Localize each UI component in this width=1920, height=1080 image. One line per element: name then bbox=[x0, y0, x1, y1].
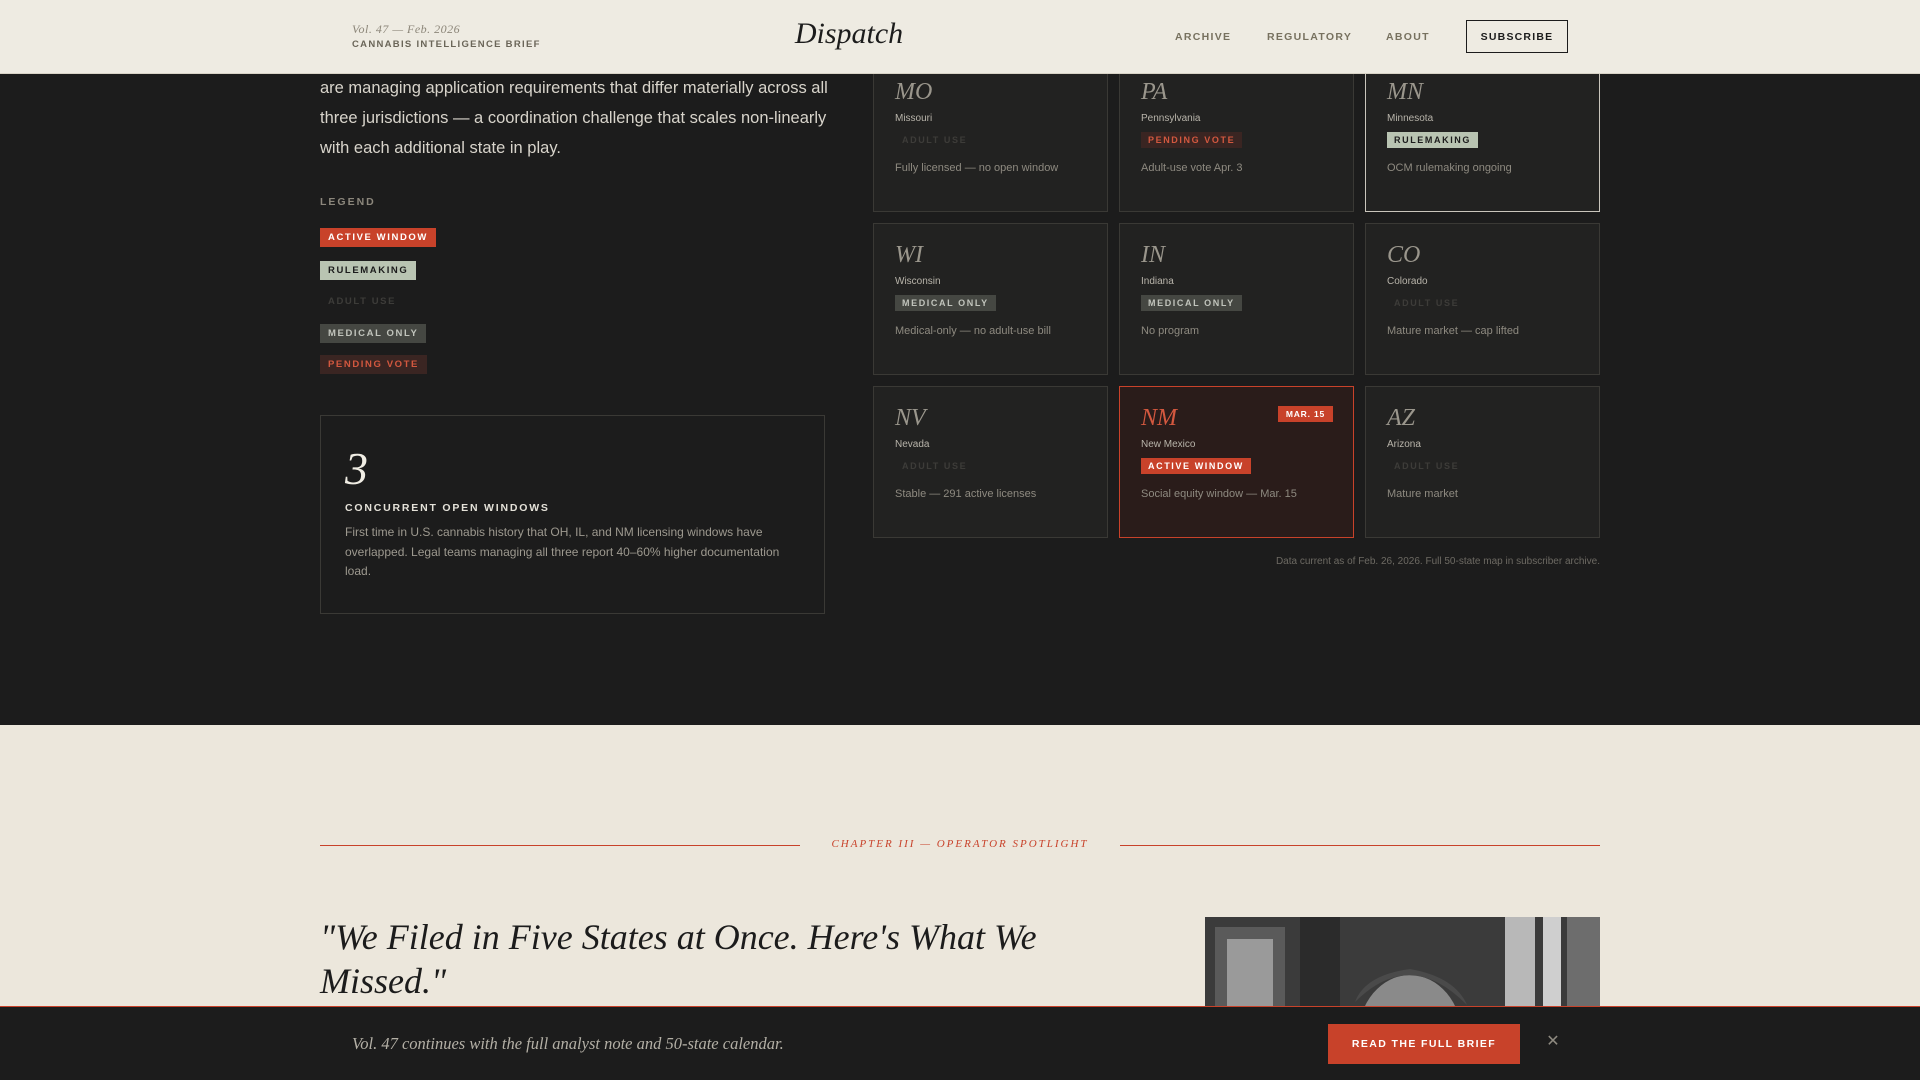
state-card-az[interactable]: AZ Arizona ADULT USE Mature market bbox=[1365, 386, 1600, 538]
legend-pending-vote: PENDING VOTE bbox=[320, 355, 427, 374]
status-badge: RULEMAKING bbox=[1387, 132, 1478, 148]
status-badge: ADULT USE bbox=[902, 135, 968, 145]
legend-active-window: ACTIVE WINDOW bbox=[320, 228, 436, 247]
state-name: Missouri bbox=[895, 113, 933, 124]
intro-line: are managing application requirements th… bbox=[320, 79, 828, 97]
state-note: Mature market bbox=[1387, 488, 1458, 500]
status-badge: MEDICAL ONLY bbox=[895, 295, 996, 311]
state-note: Social equity window — Mar. 15 bbox=[1141, 488, 1297, 500]
intro-line: three jurisdictions — a coordination cha… bbox=[320, 109, 827, 127]
state-note: Adult-use vote Apr. 3 bbox=[1141, 162, 1243, 174]
legend-title: LEGEND bbox=[320, 196, 376, 208]
stat-number: 3 bbox=[345, 443, 368, 494]
subscribe-button[interactable]: SUBSCRIBE bbox=[1466, 20, 1568, 53]
state-name: Arizona bbox=[1387, 439, 1421, 450]
legend-medical-only: MEDICAL ONLY bbox=[320, 324, 427, 343]
legend-rulemaking: RULEMAKING bbox=[320, 261, 417, 280]
intro-line: with each additional state in play. bbox=[320, 139, 561, 157]
status-badge: PENDING VOTE bbox=[1141, 132, 1243, 148]
state-abbr: NM bbox=[1141, 405, 1177, 431]
stat-callout: 3 CONCURRENT OPEN WINDOWS First time in … bbox=[320, 415, 825, 614]
chapter-label: CHAPTER III — OPERATOR SPOTLIGHT bbox=[831, 838, 1089, 850]
legend-adult-use: ADULT USE bbox=[328, 296, 397, 307]
bottom-bar-message: Vol. 47 continues with the full analyst … bbox=[352, 1034, 784, 1053]
close-icon[interactable]: ✕ bbox=[1542, 1031, 1564, 1055]
state-note: Mature market — cap lifted bbox=[1387, 325, 1520, 337]
state-name: Minnesota bbox=[1387, 113, 1434, 124]
site-logo[interactable]: Dispatch bbox=[760, 17, 938, 51]
state-card-pa[interactable]: PA Pennsylvania PENDING VOTE Adult-use v… bbox=[1119, 60, 1354, 212]
state-card-mo[interactable]: MO Missouri ADULT USE Fully licensed — n… bbox=[873, 60, 1108, 212]
nav-about[interactable]: ABOUT bbox=[1386, 31, 1430, 43]
data-source-note: Data current as of Feb. 26, 2026. Full 5… bbox=[1275, 556, 1600, 567]
state-name: Nevada bbox=[895, 439, 930, 450]
spotlight-headline[interactable]: "We Filed in Five States at Once. Here's… bbox=[320, 915, 1120, 1003]
nav-regulatory[interactable]: REGULATORY bbox=[1267, 31, 1352, 43]
stat-description: First time in U.S. cannabis history that… bbox=[345, 525, 780, 578]
state-card-co[interactable]: CO Colorado ADULT USE Mature market — ca… bbox=[1365, 223, 1600, 375]
status-badge: ADULT USE bbox=[1394, 461, 1460, 471]
state-note: Stable — 291 active licenses bbox=[895, 488, 1037, 500]
state-abbr: AZ bbox=[1387, 405, 1416, 431]
state-card-nm[interactable]: NM MAR. 15 New Mexico ACTIVE WINDOW Soci… bbox=[1119, 386, 1354, 538]
deadline-tag: MAR. 15 bbox=[1277, 406, 1333, 422]
state-note: Fully licensed — no open window bbox=[895, 162, 1059, 174]
status-badge: MEDICAL ONLY bbox=[1141, 295, 1242, 311]
state-note: No program bbox=[1141, 325, 1200, 337]
state-abbr: WI bbox=[895, 242, 923, 268]
intro-paragraph: are managing application requirements th… bbox=[320, 73, 830, 163]
state-card-in[interactable]: IN Indiana MEDICAL ONLY No program bbox=[1119, 223, 1354, 375]
state-abbr: PA bbox=[1141, 79, 1168, 105]
state-name: Colorado bbox=[1387, 276, 1428, 287]
status-badge: ADULT USE bbox=[1394, 298, 1460, 308]
state-abbr: MO bbox=[895, 79, 933, 105]
status-badge: ADULT USE bbox=[902, 461, 968, 471]
chapter-rule-right bbox=[1120, 845, 1600, 846]
sticky-bottom-bar: Vol. 47 continues with the full analyst … bbox=[0, 1006, 1920, 1080]
site-header: Vol. 47 — Feb. 2026 CANNABIS INTELLIGENC… bbox=[0, 0, 1920, 74]
state-note: OCM rulemaking ongoing bbox=[1387, 162, 1512, 174]
volume-label: Vol. 47 — Feb. 2026 bbox=[352, 22, 461, 36]
state-abbr: CO bbox=[1387, 242, 1421, 268]
state-abbr: NV bbox=[895, 405, 926, 431]
state-name: Wisconsin bbox=[895, 276, 941, 287]
state-card-nv[interactable]: NV Nevada ADULT USE Stable — 291 active … bbox=[873, 386, 1108, 538]
read-full-brief-button[interactable]: READ THE FULL BRIEF bbox=[1328, 1024, 1520, 1064]
state-card-mn[interactable]: MN Minnesota RULEMAKING OCM rulemaking o… bbox=[1365, 60, 1600, 212]
state-card-wi[interactable]: WI Wisconsin MEDICAL ONLY Medical-only —… bbox=[873, 223, 1108, 375]
stat-label: CONCURRENT OPEN WINDOWS bbox=[345, 502, 550, 514]
state-name: Indiana bbox=[1141, 276, 1174, 287]
state-name: Pennsylvania bbox=[1141, 113, 1201, 124]
state-note: Medical-only — no adult-use bill bbox=[895, 325, 1051, 337]
chapter-rule-left bbox=[320, 845, 800, 846]
state-name: New Mexico bbox=[1141, 439, 1196, 450]
status-badge: ACTIVE WINDOW bbox=[1141, 458, 1251, 474]
state-abbr: MN bbox=[1387, 79, 1423, 105]
state-abbr: IN bbox=[1141, 242, 1165, 268]
brief-label: CANNABIS INTELLIGENCE BRIEF bbox=[352, 39, 541, 50]
nav-archive[interactable]: ARCHIVE bbox=[1175, 31, 1231, 43]
